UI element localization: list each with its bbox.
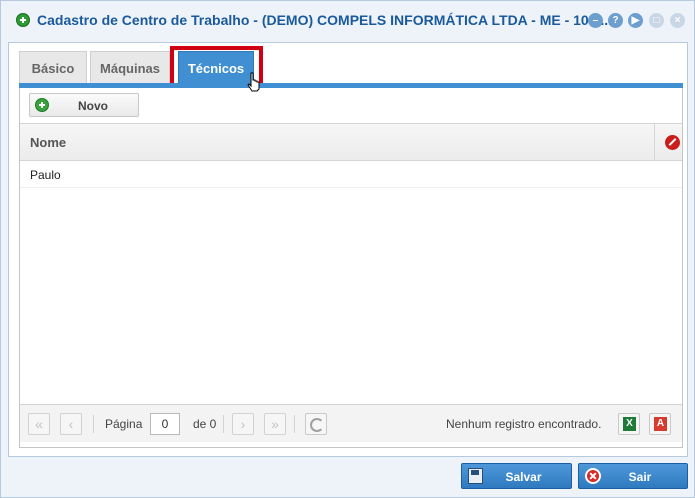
help-icon[interactable]: ? bbox=[608, 13, 623, 28]
maximize-icon[interactable]: □ bbox=[649, 13, 664, 28]
grid-header: Nome bbox=[20, 124, 682, 161]
new-button[interactable]: Novo bbox=[29, 93, 139, 117]
minimize-icon[interactable]: – bbox=[588, 13, 603, 28]
page-label: Página bbox=[105, 417, 143, 431]
edit-icon[interactable] bbox=[665, 135, 680, 150]
add-icon bbox=[35, 98, 49, 112]
refresh-icon[interactable] bbox=[305, 413, 327, 435]
grid-toolbar: Novo bbox=[20, 88, 682, 124]
pdf-export-icon[interactable] bbox=[649, 413, 671, 435]
pagination-bar: « ‹ Página 0 de 0 › » Nenhum registro en… bbox=[20, 404, 682, 442]
pager-status: Nenhum registro encontrado. bbox=[446, 417, 602, 431]
window-title: Cadastro de Centro de Trabalho - (DEMO) … bbox=[37, 12, 613, 28]
dialog-window: Cadastro de Centro de Trabalho - (DEMO) … bbox=[0, 0, 695, 498]
last-page-icon[interactable]: » bbox=[264, 413, 286, 435]
next-page-icon[interactable]: › bbox=[232, 413, 254, 435]
column-header-nome[interactable]: Nome bbox=[30, 135, 66, 150]
play-icon[interactable]: ▶ bbox=[628, 13, 643, 28]
save-button[interactable]: Salvar bbox=[461, 463, 572, 489]
close-icon[interactable]: × bbox=[670, 13, 685, 28]
title-bar[interactable]: Cadastro de Centro de Trabalho - (DEMO) … bbox=[1, 1, 694, 39]
tab-maquinas[interactable]: Máquinas bbox=[90, 51, 170, 84]
pager-divider bbox=[294, 415, 295, 433]
cell-nome: Paulo bbox=[30, 168, 61, 182]
first-page-icon[interactable]: « bbox=[28, 413, 50, 435]
page-number-input[interactable]: 0 bbox=[150, 413, 180, 435]
page-count: de 0 bbox=[193, 417, 217, 431]
pager-divider bbox=[93, 415, 94, 433]
save-button-label: Salvar bbox=[505, 470, 542, 484]
exit-button[interactable]: Sair bbox=[578, 463, 688, 489]
exit-button-label: Sair bbox=[628, 470, 652, 484]
hand-cursor-icon bbox=[247, 72, 260, 92]
table-row[interactable]: Paulo bbox=[20, 162, 682, 188]
form-panel: Básico Máquinas Técnicos Novo Nome Paulo bbox=[8, 42, 688, 457]
pager-divider bbox=[223, 415, 224, 433]
tab-basico[interactable]: Básico bbox=[19, 51, 87, 84]
excel-export-icon[interactable] bbox=[618, 413, 640, 435]
add-circle-icon bbox=[16, 13, 30, 27]
tab-content: Novo Nome Paulo « ‹ Página 0 de 0 › » Ne… bbox=[19, 88, 683, 448]
column-divider bbox=[654, 124, 655, 160]
prev-page-icon[interactable]: ‹ bbox=[60, 413, 82, 435]
new-button-label: Novo bbox=[78, 99, 108, 113]
